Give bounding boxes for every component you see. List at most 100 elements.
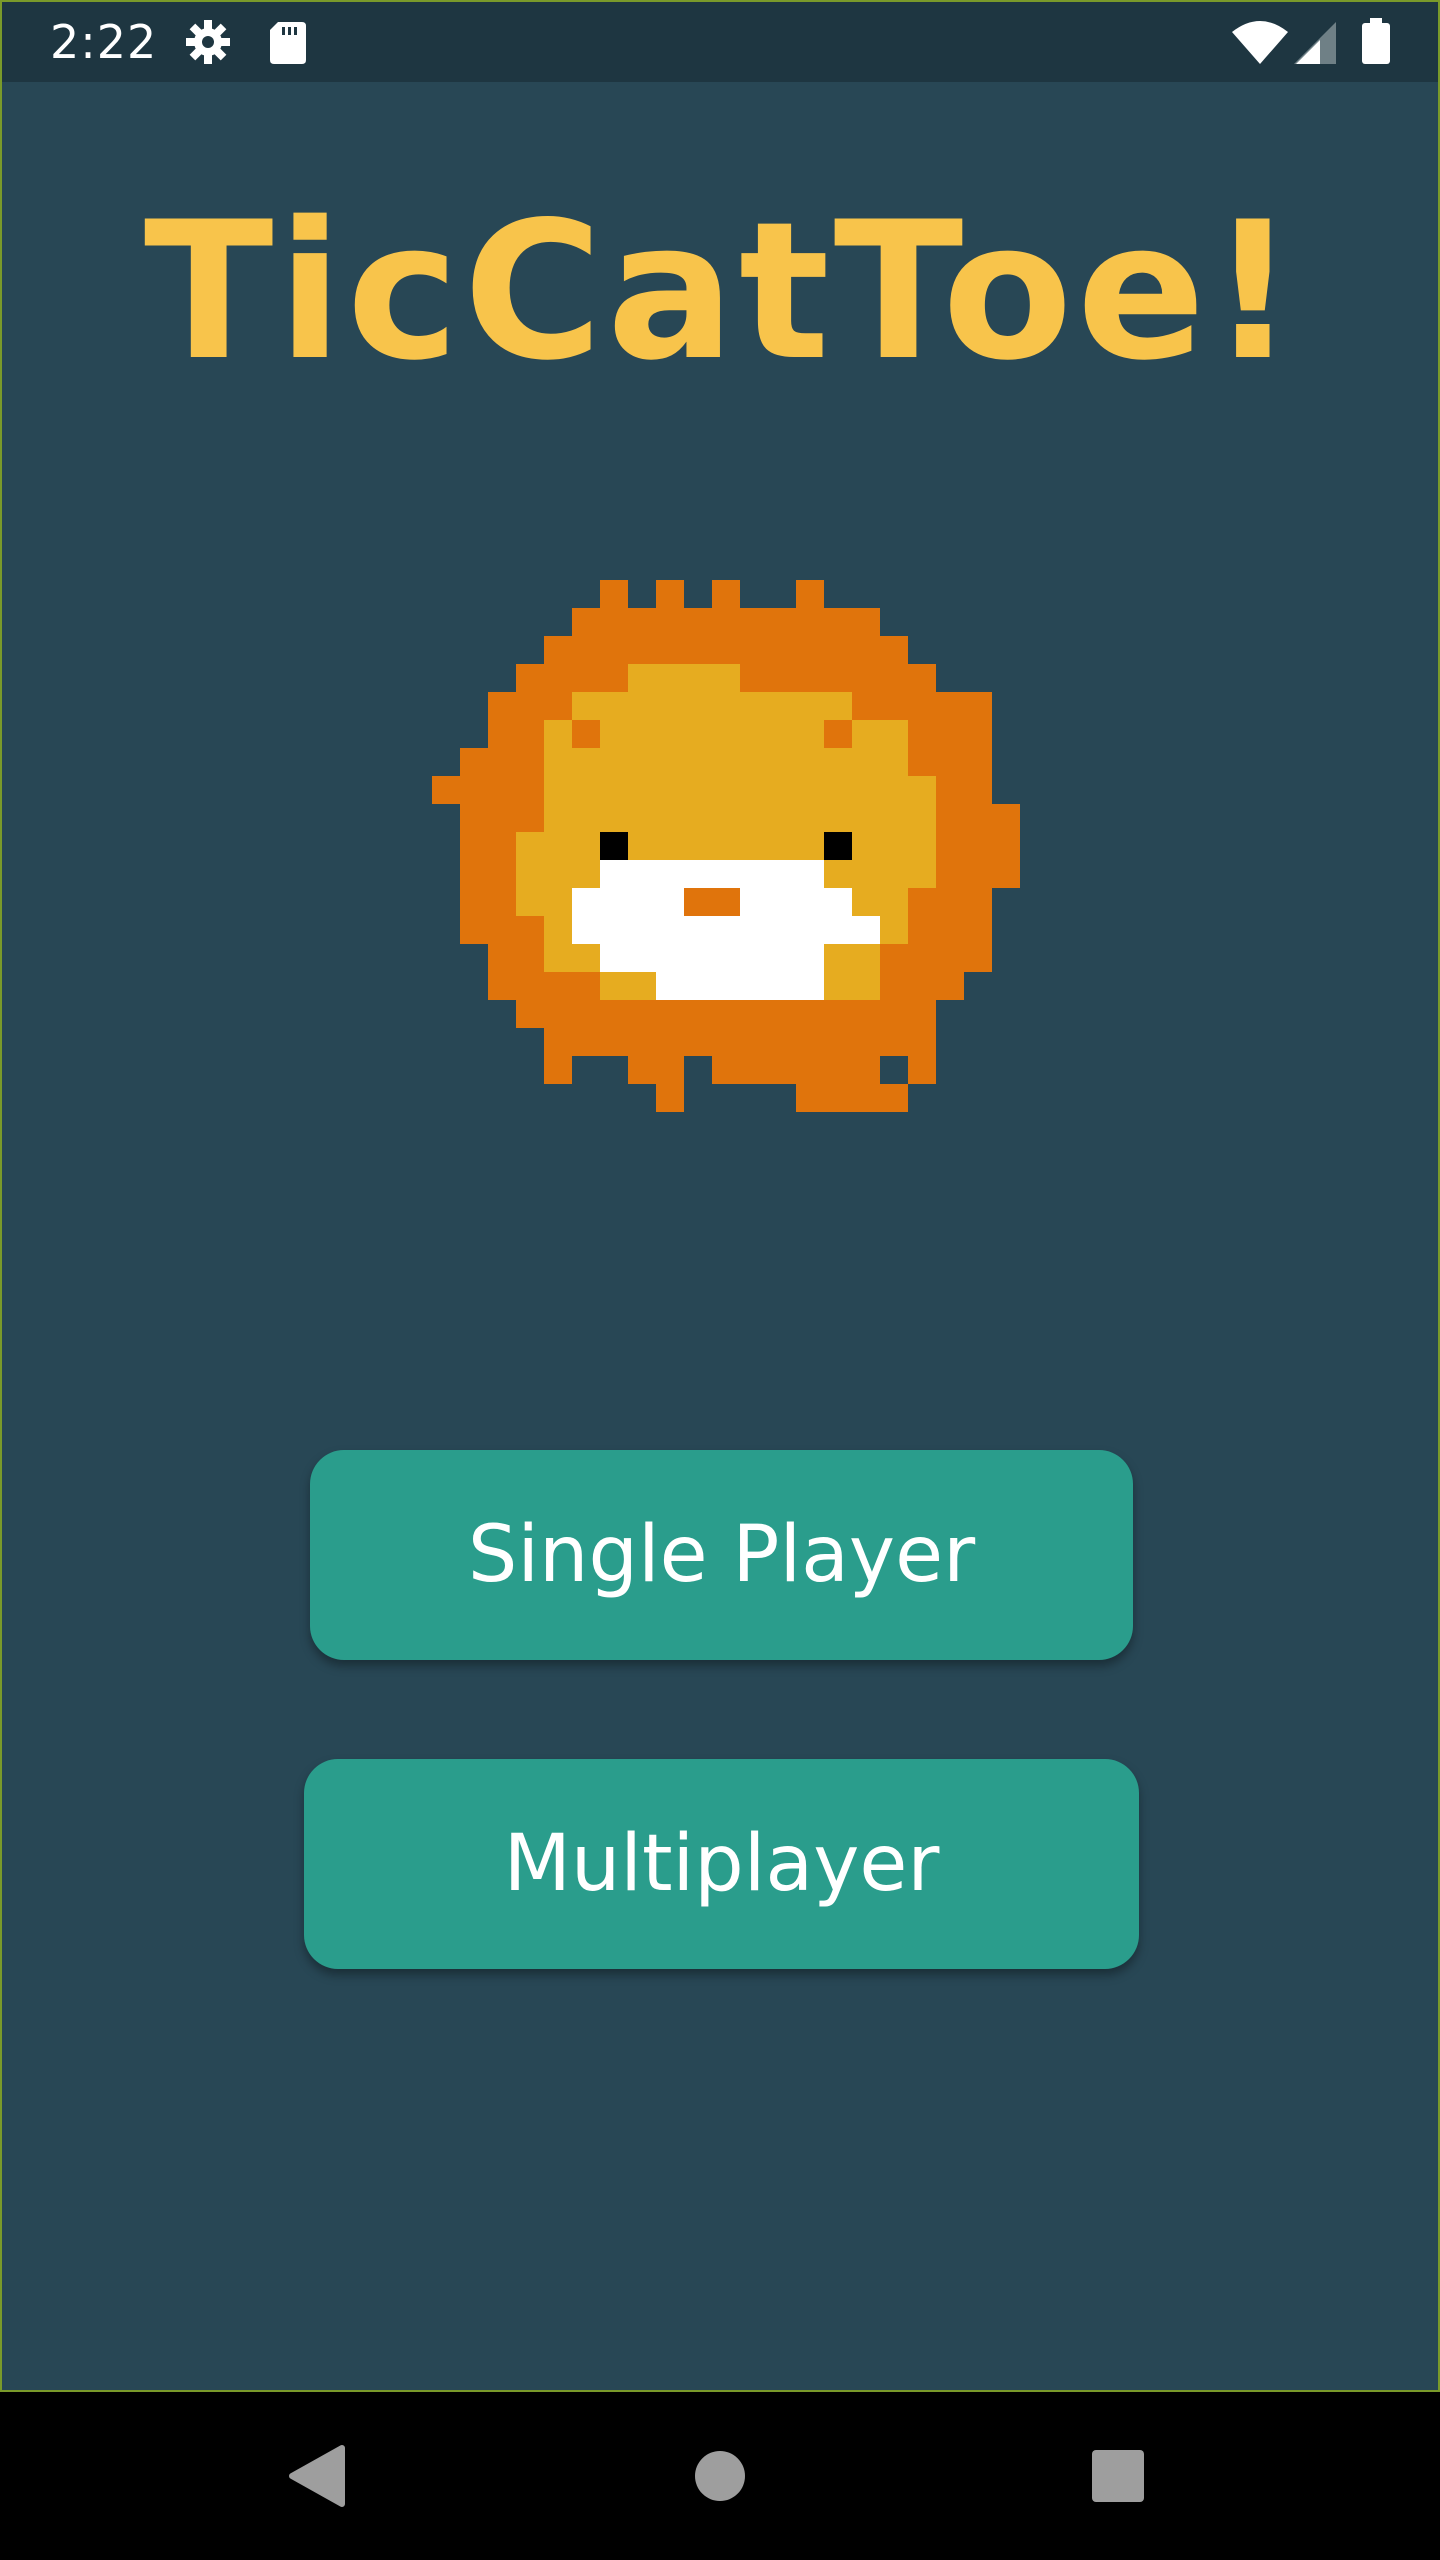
mascot-pixel (600, 944, 628, 972)
mascot-pixel (600, 608, 628, 636)
mascot-pixel (852, 720, 880, 748)
mascot-pixel (824, 776, 852, 804)
mascot-pixel (460, 888, 488, 916)
mascot-pixel (628, 804, 656, 832)
mascot-pixel (740, 1028, 768, 1056)
mascot-pixel (656, 916, 684, 944)
mascot-pixel (488, 832, 516, 860)
mascot-pixel (768, 1028, 796, 1056)
mascot-pixel (824, 636, 852, 664)
mascot-pixel (964, 860, 992, 888)
mascot-pixel (572, 804, 600, 832)
mascot-pixel (908, 804, 936, 832)
mascot-pixel (516, 972, 544, 1000)
mascot-pixel (628, 944, 656, 972)
recent-apps-icon[interactable] (1038, 2392, 1198, 2560)
mascot-pixel (796, 860, 824, 888)
mascot-pixel (684, 776, 712, 804)
mascot-pixel (656, 776, 684, 804)
mascot-pixel (768, 664, 796, 692)
mascot-pixel (656, 580, 684, 608)
mascot-pixel (572, 1028, 600, 1056)
mascot-pixel (880, 972, 908, 1000)
mascot-pixel (852, 692, 880, 720)
mascot-pixel (628, 1000, 656, 1028)
mascot-pixel (768, 804, 796, 832)
mascot-pixel (544, 1028, 572, 1056)
mascot-pixel (852, 1084, 880, 1112)
mascot-pixel (796, 636, 824, 664)
mascot-pixel (544, 888, 572, 916)
mascot-pixel (544, 860, 572, 888)
mascot-pixel (824, 860, 852, 888)
mascot-pixel (460, 804, 488, 832)
mascot-pixel (796, 748, 824, 776)
mascot-pixel (684, 972, 712, 1000)
mascot-pixel (712, 1000, 740, 1028)
mascot-pixel (628, 888, 656, 916)
battery-icon (1362, 18, 1390, 64)
mascot-pixel (768, 860, 796, 888)
mascot-pixel (880, 860, 908, 888)
mascot-pixel (880, 1084, 908, 1112)
mascot-pixel (516, 748, 544, 776)
mascot-pixel (824, 1000, 852, 1028)
mascot-pixel (796, 580, 824, 608)
mascot-pixel (628, 972, 656, 1000)
single-player-button[interactable]: Single Player (310, 1450, 1133, 1660)
mascot-pixel (572, 776, 600, 804)
mascot-pixel (936, 692, 964, 720)
mascot-pixel (516, 664, 544, 692)
mascot-pixel (684, 1028, 712, 1056)
multiplayer-button[interactable]: Multiplayer (304, 1759, 1139, 1969)
mascot-pixel (824, 692, 852, 720)
mascot-pixel (656, 972, 684, 1000)
mascot-pixel (488, 916, 516, 944)
mascot-pixel (768, 720, 796, 748)
mascot-pixel (432, 776, 460, 804)
mascot-pixel (516, 888, 544, 916)
back-icon[interactable] (238, 2392, 398, 2560)
mascot-pixel (768, 748, 796, 776)
mascot-pixel (796, 720, 824, 748)
mascot-pixel (628, 692, 656, 720)
mascot-pixel (852, 888, 880, 916)
mascot-pixel (992, 832, 1020, 860)
mascot-pixel (908, 860, 936, 888)
mascot-pixel (824, 888, 852, 916)
mascot-pixel (544, 664, 572, 692)
mascot-pixel (460, 860, 488, 888)
mascot-pixel (936, 720, 964, 748)
mascot-pixel (768, 776, 796, 804)
mascot-pixel (488, 720, 516, 748)
mascot-pixel (852, 1028, 880, 1056)
mascot-pixel (852, 804, 880, 832)
mascot-pixel (880, 888, 908, 916)
mascot-pixel (740, 888, 768, 916)
mascot-pixel (880, 776, 908, 804)
mascot-pixel (628, 748, 656, 776)
mascot-pixel (768, 1000, 796, 1028)
mascot-pixel (684, 1000, 712, 1028)
mascot-pixel (656, 692, 684, 720)
mascot-pixel (572, 832, 600, 860)
mascot-pixel (488, 888, 516, 916)
status-time: 2:22 (50, 15, 158, 69)
mascot-pixel (964, 720, 992, 748)
mascot-pixel (712, 916, 740, 944)
home-icon[interactable] (640, 2392, 800, 2560)
gear-icon (186, 20, 230, 64)
mascot-pixel (768, 1056, 796, 1084)
mascot-pixel (600, 888, 628, 916)
mascot-pixel (964, 776, 992, 804)
mascot-pixel (516, 776, 544, 804)
mascot-pixel (908, 832, 936, 860)
mascot-pixel (936, 972, 964, 1000)
wifi-icon (1232, 21, 1288, 64)
mascot-pixel (684, 636, 712, 664)
mascot-pixel (600, 692, 628, 720)
mascot-pixel (712, 608, 740, 636)
mascot-pixel (572, 692, 600, 720)
mascot-pixel (908, 916, 936, 944)
mascot-pixel (656, 860, 684, 888)
